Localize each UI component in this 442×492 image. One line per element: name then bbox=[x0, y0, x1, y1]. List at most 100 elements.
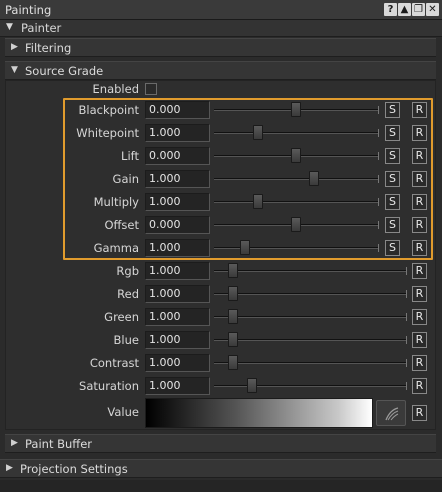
section-header-filtering[interactable]: ▶ Filtering bbox=[5, 38, 436, 57]
green-value-field[interactable]: 1.000 bbox=[145, 308, 210, 326]
contrast-value-field[interactable]: 1.000 bbox=[145, 354, 210, 372]
blackpoint-slider-handle[interactable] bbox=[291, 102, 301, 117]
gamma-slider-handle[interactable] bbox=[240, 240, 251, 255]
red-slider-handle[interactable] bbox=[228, 286, 239, 301]
window-titlebar: Painting ? ▲ ❐ ✕ bbox=[0, 0, 442, 20]
whitepoint-label: Whitepoint bbox=[76, 126, 139, 140]
expand-right-icon: ▶ bbox=[6, 463, 13, 473]
section-header-projection-settings[interactable]: ▶ Projection Settings bbox=[0, 459, 442, 478]
lift-value-field[interactable]: 0.000 bbox=[145, 147, 210, 165]
blackpoint-split-button[interactable]: S bbox=[385, 102, 400, 118]
value-ramp[interactable] bbox=[145, 398, 373, 428]
value-label: Value bbox=[107, 405, 139, 419]
green-reset-button[interactable]: R bbox=[412, 309, 427, 325]
whitepoint-slider-track[interactable] bbox=[214, 132, 378, 134]
blue-value-field[interactable]: 1.000 bbox=[145, 331, 210, 349]
section-header-painter[interactable]: ▼ Painter bbox=[0, 20, 442, 37]
section-label: Painter bbox=[21, 21, 62, 35]
contrast-slider-end-tick bbox=[406, 359, 407, 367]
multiply-slider-handle[interactable] bbox=[253, 194, 264, 209]
red-reset-button[interactable]: R bbox=[412, 286, 427, 302]
blue-label: Blue bbox=[113, 333, 139, 347]
red-label: Red bbox=[117, 287, 139, 301]
offset-slider-handle[interactable] bbox=[291, 217, 301, 232]
red-slider-track[interactable] bbox=[214, 293, 406, 295]
multiply-label: Multiply bbox=[93, 195, 139, 209]
gain-slider-end-tick bbox=[378, 175, 379, 183]
green-label: Green bbox=[104, 310, 139, 324]
offset-slider-end-tick bbox=[378, 221, 379, 229]
value-reset-button[interactable]: R bbox=[412, 405, 427, 421]
contrast-label: Contrast bbox=[89, 356, 139, 370]
whitepoint-split-button[interactable]: S bbox=[385, 125, 400, 141]
saturation-slider-handle[interactable] bbox=[247, 378, 258, 393]
gamma-slider-track[interactable] bbox=[214, 247, 378, 249]
enabled-checkbox[interactable] bbox=[145, 83, 157, 95]
blue-slider-end-tick bbox=[406, 336, 407, 344]
curve-editor-button[interactable] bbox=[376, 400, 406, 426]
offset-reset-button[interactable]: R bbox=[412, 217, 427, 233]
contrast-reset-button[interactable]: R bbox=[412, 355, 427, 371]
gain-value-field[interactable]: 1.000 bbox=[145, 170, 210, 188]
expand-down-icon: ▼ bbox=[6, 22, 13, 32]
whitepoint-value-field[interactable]: 1.000 bbox=[145, 124, 210, 142]
lift-label: Lift bbox=[121, 149, 139, 163]
section-label: Projection Settings bbox=[20, 462, 128, 476]
gamma-split-button[interactable]: S bbox=[385, 240, 400, 256]
saturation-value-field[interactable]: 1.000 bbox=[145, 377, 210, 395]
blue-reset-button[interactable]: R bbox=[412, 332, 427, 348]
red-value-field[interactable]: 1.000 bbox=[145, 285, 210, 303]
gain-reset-button[interactable]: R bbox=[412, 171, 427, 187]
green-slider-handle[interactable] bbox=[228, 309, 239, 324]
expand-right-icon: ▶ bbox=[11, 42, 18, 52]
blackpoint-label: Blackpoint bbox=[78, 103, 139, 117]
gain-label: Gain bbox=[112, 172, 139, 186]
multiply-split-button[interactable]: S bbox=[385, 194, 400, 210]
blue-slider-track[interactable] bbox=[214, 339, 406, 341]
saturation-slider-track[interactable] bbox=[214, 385, 406, 387]
rgb-slider-handle[interactable] bbox=[228, 263, 239, 278]
offset-value-field[interactable]: 0.000 bbox=[145, 216, 210, 234]
offset-split-button[interactable]: S bbox=[385, 217, 400, 233]
contrast-slider-track[interactable] bbox=[214, 362, 406, 364]
blackpoint-reset-button[interactable]: R bbox=[412, 102, 427, 118]
expand-down-icon: ▼ bbox=[11, 65, 18, 75]
lift-slider-end-tick bbox=[378, 152, 379, 160]
curve-icon bbox=[385, 407, 399, 421]
red-slider-end-tick bbox=[406, 290, 407, 298]
multiply-slider-track[interactable] bbox=[214, 201, 378, 203]
green-slider-track[interactable] bbox=[214, 316, 406, 318]
whitepoint-reset-button[interactable]: R bbox=[412, 125, 427, 141]
rgb-slider-track[interactable] bbox=[214, 270, 406, 272]
gain-slider-track[interactable] bbox=[214, 178, 378, 180]
close-icon[interactable]: ✕ bbox=[426, 3, 439, 16]
restore-icon[interactable]: ❐ bbox=[412, 3, 425, 16]
offset-label: Offset bbox=[104, 218, 139, 232]
float-icon[interactable]: ▲ bbox=[398, 3, 411, 16]
whitepoint-slider-end-tick bbox=[378, 129, 379, 137]
saturation-slider-end-tick bbox=[406, 382, 407, 390]
contrast-slider-handle[interactable] bbox=[228, 355, 239, 370]
section-header-source-grade[interactable]: ▼ Source Grade bbox=[5, 61, 436, 80]
rgb-value-field[interactable]: 1.000 bbox=[145, 262, 210, 280]
panel-footer bbox=[0, 480, 442, 492]
lift-reset-button[interactable]: R bbox=[412, 148, 427, 164]
section-header-paint-buffer[interactable]: ▶ Paint Buffer bbox=[5, 434, 436, 453]
rgb-reset-button[interactable]: R bbox=[412, 263, 427, 279]
lift-split-button[interactable]: S bbox=[385, 148, 400, 164]
rgb-label: Rgb bbox=[116, 264, 139, 278]
gamma-reset-button[interactable]: R bbox=[412, 240, 427, 256]
saturation-reset-button[interactable]: R bbox=[412, 378, 427, 394]
blackpoint-value-field[interactable]: 0.000 bbox=[145, 101, 210, 119]
blue-slider-handle[interactable] bbox=[228, 332, 239, 347]
help-icon[interactable]: ? bbox=[384, 3, 397, 16]
gamma-label: Gamma bbox=[93, 241, 139, 255]
lift-slider-handle[interactable] bbox=[291, 148, 301, 163]
whitepoint-slider-handle[interactable] bbox=[253, 125, 264, 140]
gain-slider-handle[interactable] bbox=[309, 171, 320, 186]
gain-split-button[interactable]: S bbox=[385, 171, 400, 187]
multiply-reset-button[interactable]: R bbox=[412, 194, 427, 210]
gamma-value-field[interactable]: 1.000 bbox=[145, 239, 210, 257]
multiply-value-field[interactable]: 1.000 bbox=[145, 193, 210, 211]
window-title: Painting bbox=[5, 3, 52, 17]
